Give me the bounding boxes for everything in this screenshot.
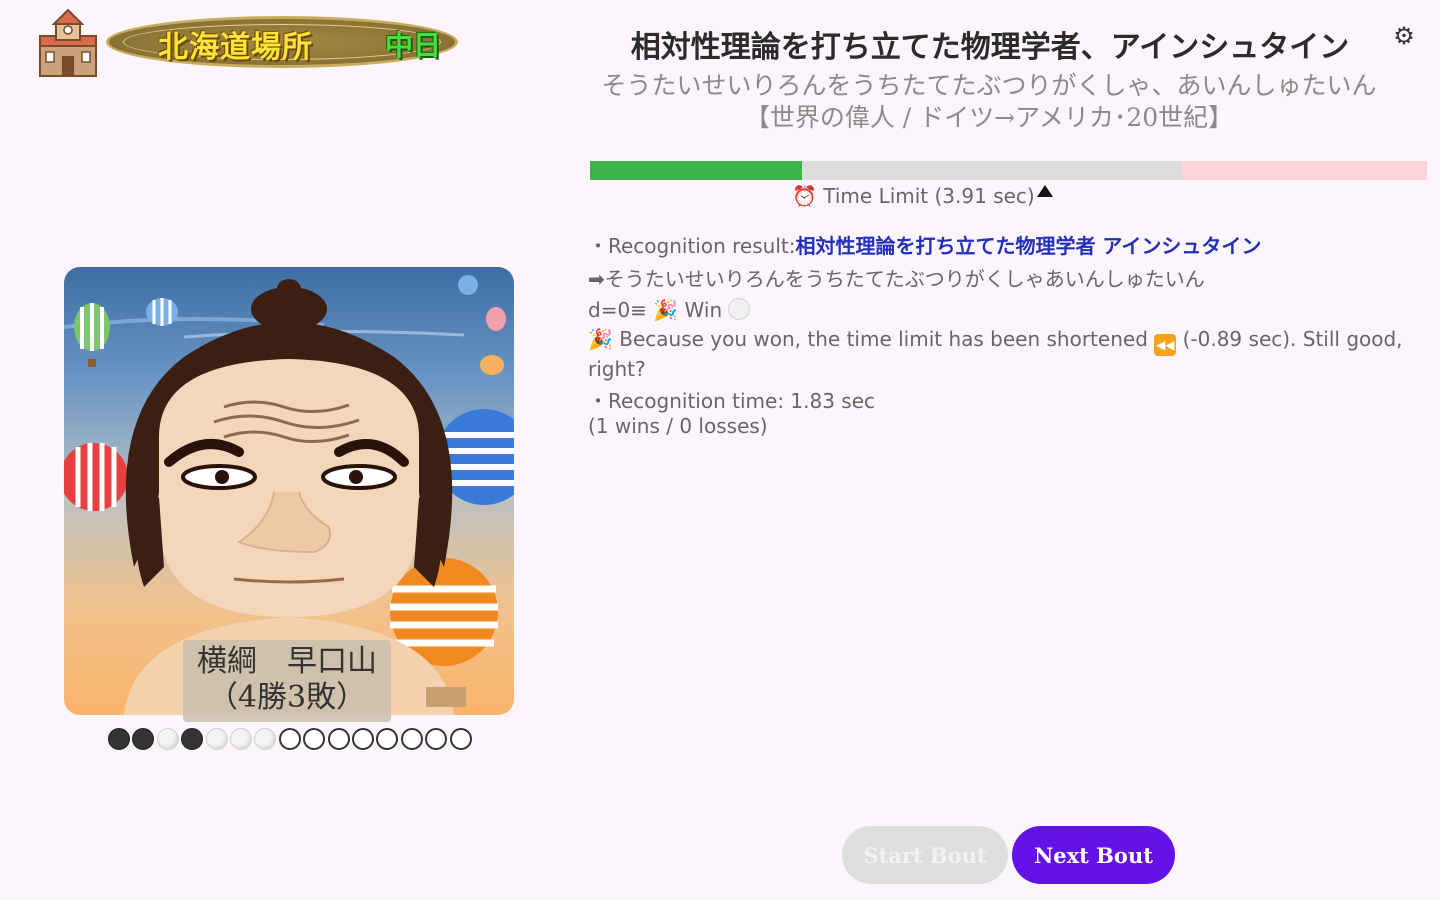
time-shortened-message: 🎉 Because you won, the time limit has be… [588,326,1418,383]
win-text: d=0≡ 🎉 Win [588,298,723,322]
recognition-result-prefix: ・Recognition result: [588,234,796,258]
time-limit-label: ⏰ Time Limit (3.91 sec) [792,184,1035,208]
sponsor-name: 中日 [385,29,442,62]
time-marker-icon [1037,185,1053,197]
time-overtime-segment [1182,161,1427,180]
time-limit-bar [590,161,1427,180]
rewind-icon: ◀◀ [1154,334,1177,356]
bout-win-dot [254,728,276,750]
opponent-rank-plate: 横綱 早口山 （4勝3敗） [183,640,391,722]
white-circle-icon [728,298,751,320]
stable-name: 北海道場所 [158,30,313,65]
bout-open-dot [450,728,472,750]
bout-win-dot [230,728,252,750]
bout-open-dot [376,728,398,750]
bout-win-dot [157,728,179,750]
bout-loss-dot [181,728,203,750]
bout-loss-dot [108,728,130,750]
balloon-icon [74,303,110,367]
castle-logo-icon [39,8,97,77]
recognition-result-text: 相対性理論を打ち立てた物理学者 アインシュタイン [795,234,1262,258]
next-bout-button[interactable]: Next Bout [1012,826,1175,884]
app-root: 北海道場所 中日 相対性理論を打ち立てた物理学者、アインシュタイン ⚙ そうたい… [0,0,1440,900]
bout-open-dot [425,728,447,750]
time-shortened-before: 🎉 Because you won, the time limit has be… [588,327,1148,351]
bout-open-dot [328,728,350,750]
bout-open-dot [279,728,301,750]
opponent-rank-name: 横綱 早口山 [197,644,377,679]
bout-open-dot [401,728,423,750]
opponent-record: （4勝3敗） [207,680,367,715]
bout-win-dot [206,728,228,750]
question-title: 相対性理論を打ち立てた物理学者、アインシュタイン [630,30,1350,65]
question-reading: そうたいせいりろんをうちたてたぶつりがくしゃ、あいんしゅたいん【世界の偉人 / … [601,71,1377,132]
gear-icon[interactable]: ⚙ [1391,23,1417,49]
time-remaining-segment [802,161,1182,180]
bout-open-dot [352,728,374,750]
time-elapsed-segment [590,161,802,180]
recognition-result-line: ・Recognition result:相対性理論を打ち立てた物理学者 アインシ… [588,230,1261,259]
distance-line: d=0≡ 🎉 Win [588,298,751,322]
recognition-reading: ➡そうたいせいりろんをうちたてたぶつりがくしゃあいんしゅたいん [588,267,1205,291]
win-loss-record: (1 wins / 0 losses) [588,414,768,438]
bout-loss-dot [132,728,154,750]
recognition-time: ・Recognition time: 1.83 sec [588,389,876,413]
bout-open-dot [303,728,325,750]
start-bout-button[interactable]: Start Bout [842,826,1008,884]
